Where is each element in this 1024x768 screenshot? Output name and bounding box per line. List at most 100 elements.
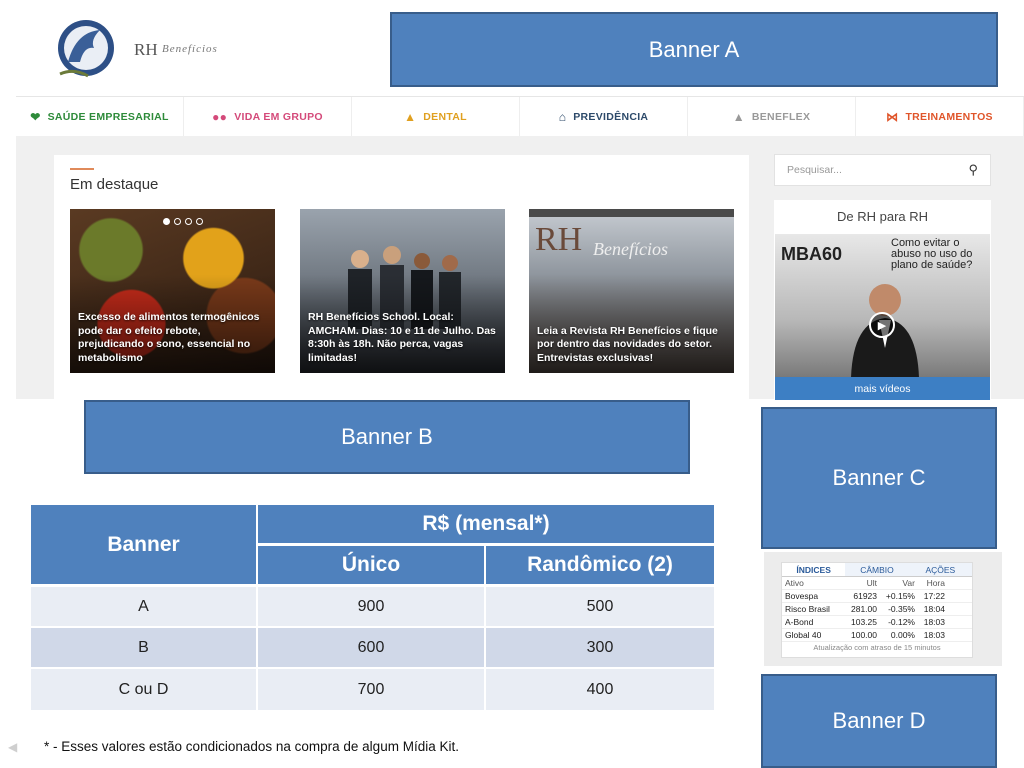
ticker-cell: 103.25 xyxy=(851,617,877,627)
banner-b[interactable]: Banner B xyxy=(84,400,690,474)
tab-cambio[interactable]: CÂMBIO xyxy=(845,563,908,576)
video-brand: MBA60 xyxy=(781,244,843,264)
nav-label: PREVIDÊNCIA xyxy=(573,110,649,123)
ticker-cell: 61923 xyxy=(853,591,877,601)
cell-banner: A xyxy=(31,587,258,628)
ticker-cell: -0.12% xyxy=(888,617,915,627)
ticker-col-var: Var xyxy=(902,578,915,588)
tooth-icon: ▲ xyxy=(404,109,417,124)
video-thumbnail[interactable]: MBA60 Como evitar o abuso no uso do plan… xyxy=(775,234,990,377)
ticker-col-ativo: Ativo xyxy=(785,578,804,588)
widget-title: De RH para RH xyxy=(836,209,929,224)
ticker-cell: Global 40 xyxy=(785,630,822,640)
ticker-footer: Atualização com atraso de 15 minutos xyxy=(813,643,941,652)
market-ticker: ÍNDICES CÂMBIO AÇÕES Ativo Ult Var Hora … xyxy=(764,552,1002,666)
ticker-cell: 281.00 xyxy=(851,604,877,614)
search-box[interactable]: Pesquisar... ⚲ xyxy=(774,154,991,186)
nav-label: TREINAMENTOS xyxy=(905,110,993,123)
nav-label: DENTAL xyxy=(423,110,467,123)
ticker-cell: Risco Brasil xyxy=(785,604,830,614)
cell-banner: C ou D xyxy=(31,669,258,710)
featured-section: Em destaque Excesso de alimentos termogê… xyxy=(54,155,749,400)
share-icon: ⋈ xyxy=(886,109,899,124)
header-unico: Único xyxy=(258,546,486,587)
ticker-tabs: ÍNDICES CÂMBIO AÇÕES xyxy=(782,563,972,577)
ticker-cell: A-Bond xyxy=(785,617,814,627)
back-arrow-icon[interactable]: ◀ xyxy=(8,740,17,754)
ticker-panel: ÍNDICES CÂMBIO AÇÕES Ativo Ult Var Hora … xyxy=(781,562,973,658)
ticker-cell: 0.00% xyxy=(890,630,915,640)
logo-main-text: RH xyxy=(134,40,158,59)
cell-unico: 700 xyxy=(258,669,486,710)
more-videos-button[interactable]: mais vídeos xyxy=(775,377,990,400)
ticker-cell: 18:03 xyxy=(923,617,945,627)
nav-item-treinamentos[interactable]: ⋈ TREINAMENTOS xyxy=(856,97,1024,136)
cell-randomico: 300 xyxy=(486,628,714,669)
nav-label: VIDA EM GRUPO xyxy=(234,110,323,123)
nav-item-vida[interactable]: ●● VIDA EM GRUPO xyxy=(184,97,352,136)
site-logo[interactable]: RH Benefícios xyxy=(54,18,224,80)
search-input[interactable]: Pesquisar... xyxy=(787,164,968,176)
nav-label: SAÚDE EMPRESARIAL xyxy=(47,110,169,123)
featured-card-2[interactable]: RH Benefícios School. Local: AMCHAM. Dia… xyxy=(300,209,505,373)
cell-unico: 900 xyxy=(258,587,486,628)
table-row: C ou D 700 400 xyxy=(31,669,714,710)
ticker-cell: 17:22 xyxy=(923,591,945,601)
thumbs-up-icon: ▲ xyxy=(732,109,745,124)
carousel-dot[interactable] xyxy=(163,218,170,225)
featured-title: Em destaque xyxy=(70,176,159,193)
ticker-cell: +0.15% xyxy=(885,591,915,601)
rh-video-widget: De RH para RH MBA60 Como evitar o abuso … xyxy=(774,200,991,400)
nav-item-saude[interactable]: ❤ SAÚDE EMPRESARIAL xyxy=(16,97,184,136)
users-icon: ●● xyxy=(212,109,228,124)
play-icon[interactable]: ▶ xyxy=(869,312,895,338)
header-group: R$ (mensal*) xyxy=(258,505,714,546)
banner-c[interactable]: Banner C xyxy=(761,407,997,549)
carousel-dots xyxy=(163,218,203,225)
ticker-cell: -0.35% xyxy=(888,604,915,614)
search-icon[interactable]: ⚲ xyxy=(968,162,978,178)
card-caption: RH Benefícios School. Local: AMCHAM. Dia… xyxy=(308,311,496,364)
ticker-row[interactable]: Global 40 100.00 0.00% 18:03 xyxy=(782,629,972,642)
cell-randomico: 400 xyxy=(486,669,714,710)
ticker-col-ult: Ult xyxy=(866,578,877,588)
category-nav: ❤ SAÚDE EMPRESARIAL ●● VIDA EM GRUPO ▲ D… xyxy=(16,96,1024,136)
price-table: Banner R$ (mensal*) Único Randômico (2) … xyxy=(31,505,714,710)
eagle-logo-icon xyxy=(58,20,114,78)
heartbeat-icon: ❤ xyxy=(30,109,41,124)
ticker-col-hora: Hora xyxy=(926,578,945,588)
cell-randomico: 500 xyxy=(486,587,714,628)
title-accent xyxy=(70,168,94,170)
home-icon: ⌂ xyxy=(558,109,567,124)
ticker-row[interactable]: A-Bond 103.25 -0.12% 18:03 xyxy=(782,616,972,629)
header-banner: Banner xyxy=(31,505,258,587)
nav-item-beneflex[interactable]: ▲ BENEFLEX xyxy=(688,97,856,136)
tab-indices[interactable]: ÍNDICES xyxy=(782,563,846,576)
ticker-row[interactable]: Risco Brasil 281.00 -0.35% 18:04 xyxy=(782,603,972,616)
ticker-row[interactable]: Bovespa 61923 +0.15% 17:22 xyxy=(782,590,972,603)
nav-label: BENEFLEX xyxy=(751,110,811,123)
carousel-dot[interactable] xyxy=(185,218,192,225)
ticker-cell: 18:04 xyxy=(923,604,945,614)
featured-card-1[interactable]: Excesso de alimentos termogênicos pode d… xyxy=(70,209,275,373)
video-question: Como evitar o abuso no uso do plano de s… xyxy=(891,237,973,271)
table-row: B 600 300 xyxy=(31,628,714,669)
carousel-dot[interactable] xyxy=(174,218,181,225)
logo-sub-text: Benefícios xyxy=(162,43,218,55)
card-caption: Excesso de alimentos termogênicos pode d… xyxy=(78,311,260,364)
tab-acoes[interactable]: AÇÕES xyxy=(909,563,972,576)
nav-item-dental[interactable]: ▲ DENTAL xyxy=(352,97,520,136)
ticker-header-row: Ativo Ult Var Hora xyxy=(782,577,972,590)
carousel-dot[interactable] xyxy=(196,218,203,225)
ticker-cell: 100.00 xyxy=(851,630,877,640)
card-caption: Leia a Revista RH Benefícios e fique por… xyxy=(537,324,718,364)
ticker-cell: Bovespa xyxy=(785,591,819,601)
nav-item-previdencia[interactable]: ⌂ PREVIDÊNCIA xyxy=(520,97,688,136)
footnote: * - Esses valores estão condicionados na… xyxy=(44,739,459,754)
banner-d[interactable]: Banner D xyxy=(761,674,997,768)
banner-a[interactable]: Banner A xyxy=(390,12,998,87)
header-randomico: Randômico (2) xyxy=(486,546,714,587)
cell-banner: B xyxy=(31,628,258,669)
ticker-cell: 18:03 xyxy=(923,630,945,640)
featured-card-3[interactable]: RH Benefícios Leia a Revista RH Benefíci… xyxy=(529,209,734,373)
